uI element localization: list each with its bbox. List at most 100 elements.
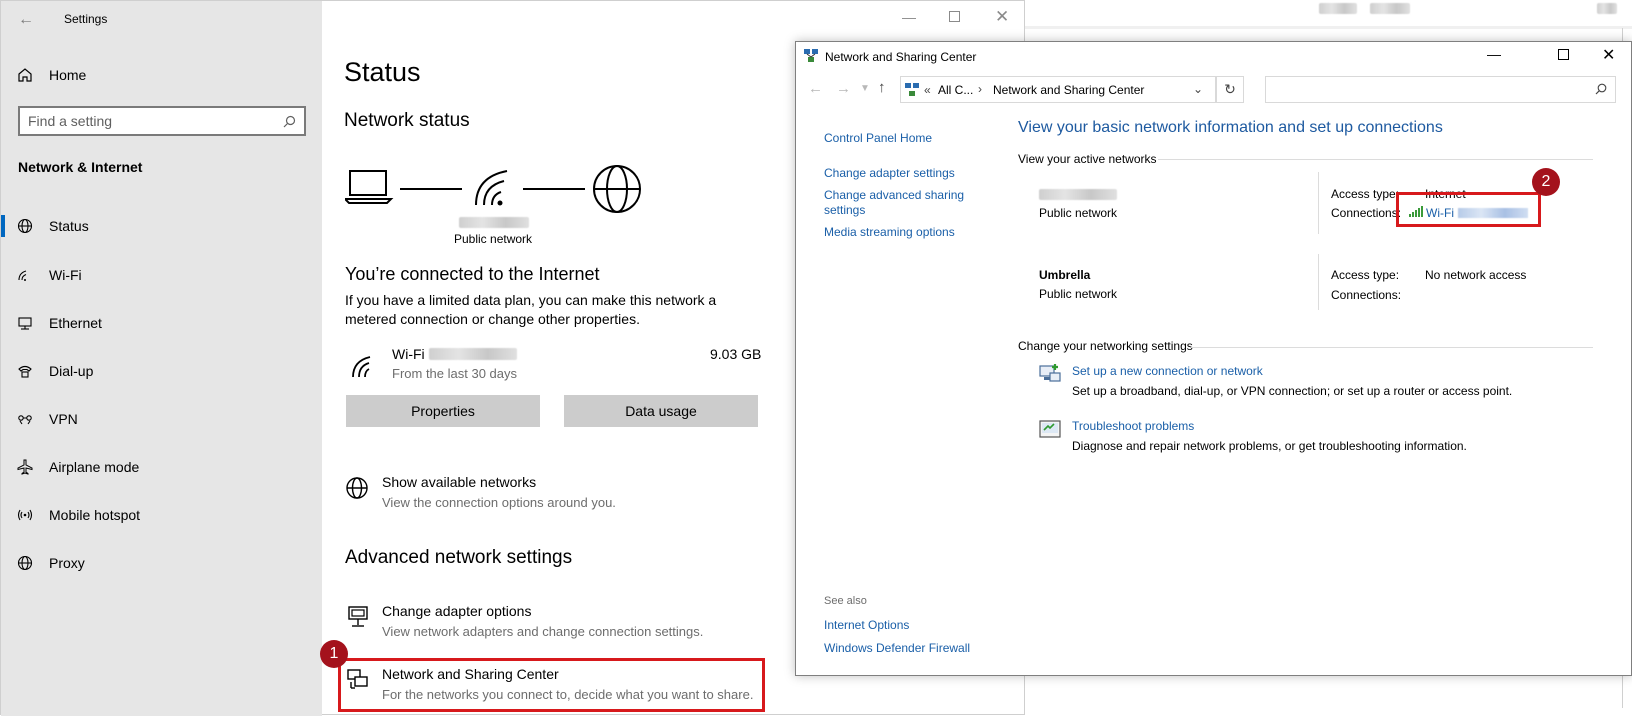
sidebar-category: Network & Internet [18,159,143,175]
access-type-label: Access type: [1331,187,1400,201]
change-adapter-link[interactable]: Change adapter options View network adap… [382,603,703,639]
troubleshoot-icon [1038,418,1062,442]
globe-status-icon [1,218,49,234]
nav-forward-icon[interactable]: → [836,80,851,97]
troubleshoot-link[interactable]: Troubleshoot problems [1072,419,1194,433]
sidebar-item-label: VPN [49,411,78,427]
nsc-search-icon [1595,83,1607,95]
data-usage-button[interactable]: Data usage [564,395,758,427]
network-sharing-center-window: Network and Sharing Center — ✕ ← → ▼ ↑ «… [795,41,1632,676]
network-type: Public network [1039,206,1118,220]
sidebar-item-ethernet[interactable]: Ethernet [1,300,322,346]
sharing-center-link[interactable]: Network and Sharing Center For the netwo… [382,666,753,702]
sidebar-item-vpn[interactable]: VPN [1,396,322,442]
blurred-text [1370,3,1410,14]
annotation-badge-2: 2 [1532,168,1560,196]
connection-usage: 9.03 GB [710,346,762,362]
sidebar-item-wifi[interactable]: Wi-Fi [1,252,322,298]
annotation-badge-1: 1 [320,640,348,668]
show-networks-link[interactable]: Show available networks View the connect… [382,474,616,510]
divider [1191,347,1593,348]
settings-sidebar: ← Settings Home Find a setting Network &… [1,1,322,716]
diagram-graphic [345,165,641,213]
left-link-control-panel-home[interactable]: Control Panel Home [824,131,932,145]
change-adapter-title: Change adapter options [382,603,532,619]
nsc-search-input[interactable] [1265,76,1616,103]
adapter-icon [346,605,370,629]
network-name: Umbrella [1039,268,1091,282]
access-type-label: Access type: [1331,268,1400,282]
search-placeholder: Find a setting [28,113,113,129]
address-network-icon [905,83,919,97]
back-arrow-icon[interactable]: ← [18,11,34,29]
blurred-ssid [429,348,517,360]
home-label: Home [49,67,87,83]
sidebar-item-label: Ethernet [49,315,102,331]
nsc-maximize-button[interactable] [1558,49,1569,60]
breadcrumb-chevron-icon: « [924,83,931,97]
sidebar-item-label: Status [49,218,89,234]
blurred-network-name [459,217,529,228]
active-networks-label: View your active networks [1018,152,1157,166]
show-networks-desc: View the connection options around you. [382,495,616,510]
nsc-close-button[interactable]: ✕ [1602,45,1615,65]
connection-name: Wi-Fi [392,346,425,362]
change-settings-label: Change your networking settings [1018,339,1193,353]
setup-connection-desc: Set up a broadband, dial-up, or VPN conn… [1072,384,1513,398]
home-icon [1,67,49,83]
nsc-heading: View your basic network information and … [1018,119,1443,136]
highlight-box-2 [1396,192,1541,227]
wifi-connection-icon [350,353,376,379]
access-type-value: No network access [1425,268,1527,282]
breadcrumb-current[interactable]: Network and Sharing Center [993,83,1144,97]
settings-search-input[interactable]: Find a setting [18,106,306,136]
left-link-change-adapter[interactable]: Change adapter settings [824,166,955,180]
refresh-button[interactable]: ↻ [1216,76,1244,103]
search-icon [283,115,296,128]
new-connection-icon [1038,362,1062,386]
sidebar-item-proxy[interactable]: Proxy [1,540,322,586]
sidebar-item-dialup[interactable]: Dial-up [1,348,322,394]
connections-label: Connections: [1331,288,1402,302]
see-also-firewall[interactable]: Windows Defender Firewall [824,641,970,655]
close-button[interactable]: ✕ [995,7,1009,27]
sharing-center-icon [346,667,370,691]
diagram-label: Public network [454,232,533,246]
recent-dropdown-icon[interactable]: ▼ [860,83,870,94]
maximize-button[interactable] [949,11,960,22]
divider [1318,254,1319,310]
see-also-internet-options[interactable]: Internet Options [824,618,909,632]
nav-up-icon[interactable]: ↑ [878,79,886,96]
proxy-icon [1,555,49,571]
nsc-minimize-button[interactable]: — [1487,46,1501,62]
sidebar-item-status[interactable]: Status [1,203,322,249]
setup-connection-link[interactable]: Set up a new connection or network [1072,364,1263,378]
network-diagram [345,165,645,217]
breadcrumb-separator-icon: › [978,82,982,96]
airplane-icon [1,459,49,475]
sidebar-item-label: Proxy [49,555,85,571]
minimize-button[interactable]: — [902,9,916,25]
window-title: Settings [64,12,108,26]
connections-label: Connections: [1331,206,1402,220]
see-also-label: See also [824,595,867,607]
left-link-media-streaming[interactable]: Media streaming options [824,225,955,239]
advanced-settings-heading: Advanced network settings [345,547,573,568]
sidebar-item-airplane[interactable]: Airplane mode [1,444,322,490]
background-window-titlebar [1025,0,1632,29]
nav-back-icon[interactable]: ← [808,80,823,97]
nsc-window-title: Network and Sharing Center [825,50,977,64]
properties-button[interactable]: Properties [346,395,540,427]
sharing-center-title: Network and Sharing Center [382,666,559,682]
address-bar[interactable]: « All C... › Network and Sharing Center … [900,76,1216,103]
left-link-advanced-sharing[interactable]: Change advanced sharing settings [824,188,974,218]
connected-heading: You’re connected to the Internet [345,264,600,284]
address-dropdown-icon[interactable]: ⌄ [1193,82,1203,96]
sidebar-item-hotspot[interactable]: Mobile hotspot [1,492,322,538]
breadcrumb-root[interactable]: All C... [938,83,973,97]
troubleshoot-desc: Diagnose and repair network problems, or… [1072,439,1467,453]
sidebar-home[interactable]: Home [1,52,322,98]
sidebar-item-label: Wi-Fi [49,267,82,283]
vpn-icon [1,411,49,427]
connected-description: If you have a limited data plan, you can… [345,292,717,327]
